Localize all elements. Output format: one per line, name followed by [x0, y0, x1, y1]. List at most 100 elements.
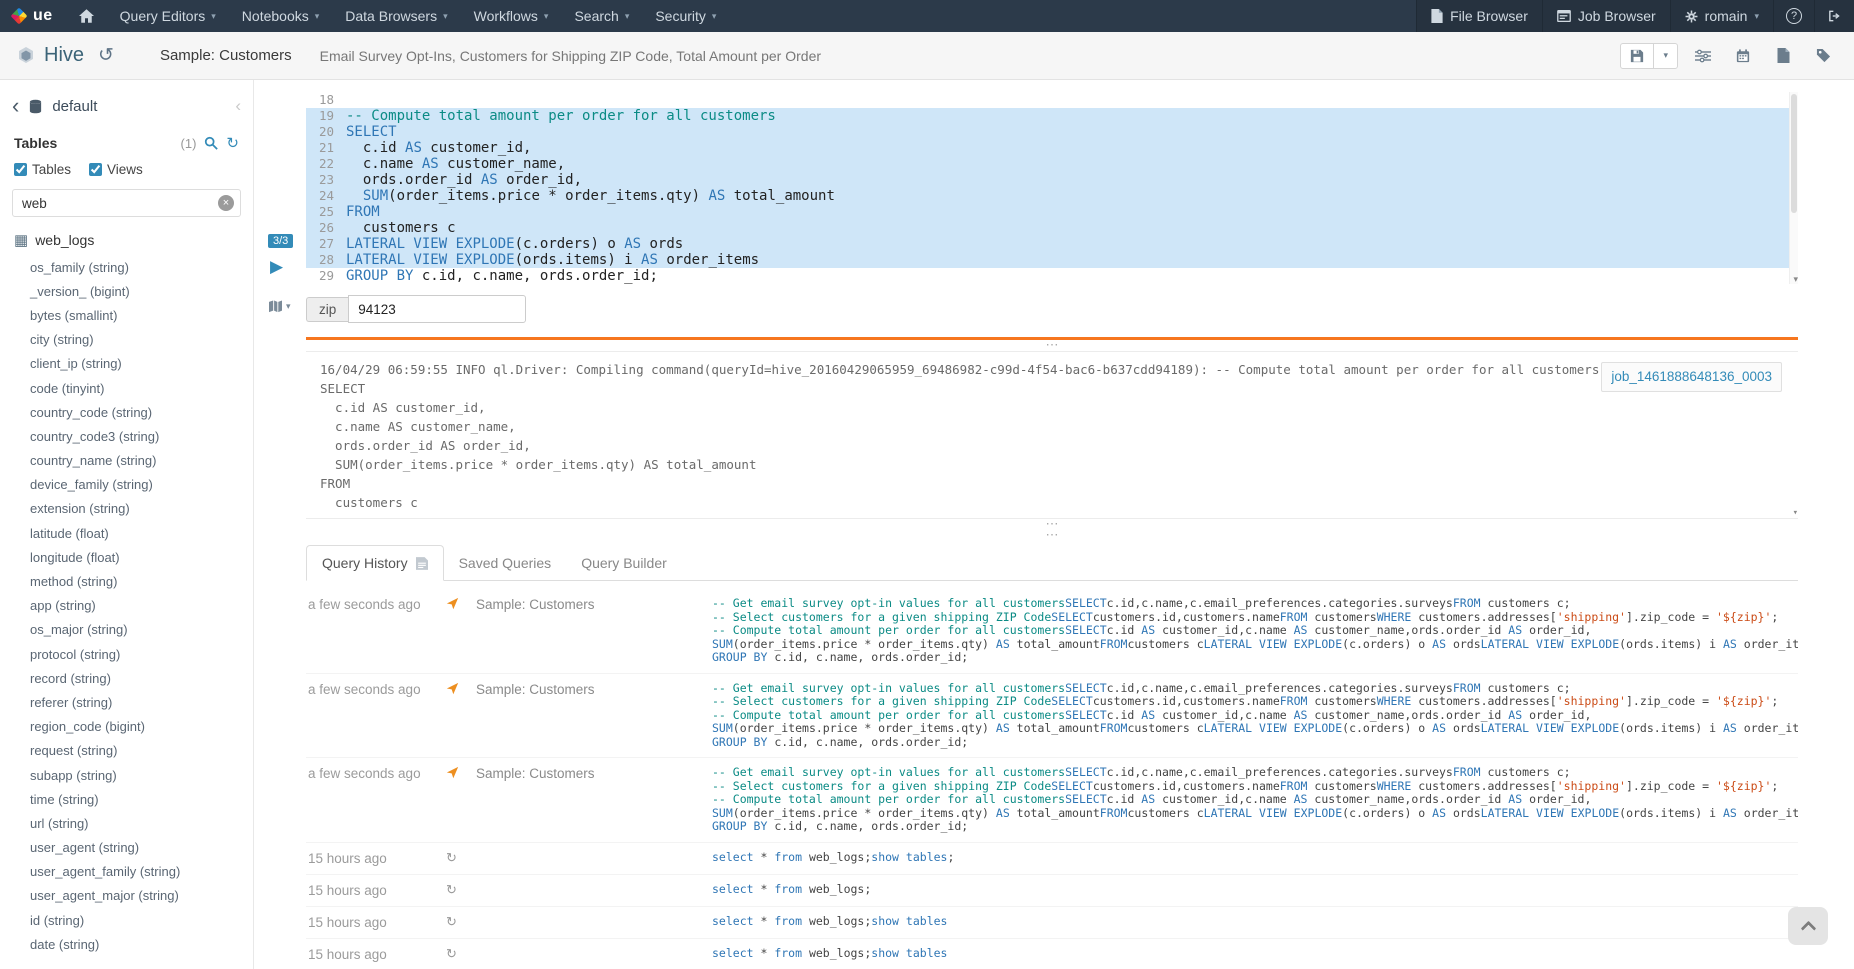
column-item[interactable]: client_ip (string)	[0, 352, 253, 376]
tab-saved-queries[interactable]: Saved Queries	[444, 545, 567, 580]
save-button[interactable]	[1621, 44, 1653, 68]
editor-line[interactable]: 18	[306, 92, 1798, 108]
nav-menu-workflows[interactable]: Workflows▾	[461, 0, 562, 32]
editor-line[interactable]: 20SELECT	[306, 124, 1798, 140]
column-item[interactable]: time (string)	[0, 787, 253, 811]
document-description[interactable]: Email Survey Opt-Ins, Customers for Ship…	[320, 48, 821, 64]
history-row[interactable]: 15 hours ago↻select * from web_logs;	[306, 875, 1798, 907]
column-item[interactable]: date (string)	[0, 932, 253, 956]
column-item[interactable]: url (string)	[0, 811, 253, 835]
history-row[interactable]: a few seconds agoSample: Customers-- Get…	[306, 589, 1798, 674]
column-item[interactable]: bytes (smallint)	[0, 303, 253, 327]
column-item[interactable]: os_family (string)	[0, 255, 253, 279]
database-name[interactable]: default	[52, 98, 97, 115]
scroll-down-icon[interactable]: ▾	[1793, 275, 1798, 284]
new-document-button[interactable]	[1768, 42, 1798, 70]
column-item[interactable]: extension (string)	[0, 497, 253, 521]
editor-line[interactable]: 21 c.id AS customer_id,	[306, 140, 1798, 156]
nav-menu-search[interactable]: Search▾	[561, 0, 642, 32]
tables-filter[interactable]: Tables	[14, 162, 71, 177]
history-row[interactable]: 15 hours ago↻select * from web_logs;show…	[306, 907, 1798, 939]
column-item[interactable]: device_family (string)	[0, 473, 253, 497]
document-title[interactable]: Sample: Customers	[160, 47, 292, 64]
save-dropdown-button[interactable]: ▾	[1653, 44, 1677, 68]
tables-checkbox[interactable]	[14, 163, 27, 176]
column-item[interactable]: record (string)	[0, 666, 253, 690]
hive-app-button[interactable]: Hive	[16, 44, 84, 67]
column-item[interactable]: user_agent_family (string)	[0, 860, 253, 884]
editor-line[interactable]: 22 c.name AS customer_name,	[306, 156, 1798, 172]
editor-line[interactable]: 24 SUM(order_items.price * order_items.q…	[306, 188, 1798, 204]
settings-button[interactable]	[1688, 42, 1718, 70]
column-item[interactable]: country_code (string)	[0, 400, 253, 424]
history-row[interactable]: 15 hours ago↻select * from web_logs;show…	[306, 939, 1798, 969]
column-item[interactable]: os_major (string)	[0, 618, 253, 642]
hue-logo[interactable]: ue	[0, 0, 66, 32]
column-item[interactable]: subapp (string)	[0, 763, 253, 787]
user-menu[interactable]: romain ▾	[1670, 0, 1773, 32]
job-link[interactable]: job_1461888648136_0003	[1611, 369, 1772, 384]
scroll-to-top-button[interactable]	[1788, 907, 1828, 945]
collapse-panel-icon[interactable]: ‹	[235, 96, 241, 116]
scrollbar-thumb[interactable]	[1791, 94, 1797, 213]
column-item[interactable]: user_agent (string)	[0, 836, 253, 860]
column-item[interactable]: method (string)	[0, 569, 253, 593]
history-row[interactable]: 15 hours ago↻select * from web_logs;show…	[306, 843, 1798, 875]
column-item[interactable]: app (string)	[0, 594, 253, 618]
editor-line[interactable]: 29GROUP BY c.id, c.name, ords.order_id;	[306, 268, 1798, 284]
job-browser-button[interactable]: Job Browser	[1542, 0, 1670, 32]
home-button[interactable]	[66, 0, 107, 32]
history-row[interactable]: a few seconds agoSample: Customers-- Get…	[306, 758, 1798, 843]
column-item[interactable]: _version_ (bigint)	[0, 279, 253, 303]
column-item[interactable]: longitude (float)	[0, 545, 253, 569]
execute-button[interactable]: ▶	[270, 258, 283, 275]
app-header: Hive ↺ Sample: Customers Email Survey Op…	[0, 32, 1854, 80]
views-checkbox[interactable]	[89, 163, 102, 176]
nav-menu-query-editors[interactable]: Query Editors▾	[107, 0, 229, 32]
nav-menu-security[interactable]: Security▾	[642, 0, 729, 32]
table-item[interactable]: ▦ web_logs	[0, 219, 253, 253]
editor-line[interactable]: 25FROM	[306, 204, 1798, 220]
nav-menu-data-browsers[interactable]: Data Browsers▾	[332, 0, 460, 32]
refresh-icon[interactable]: ↻	[226, 134, 239, 152]
resize-handle[interactable]: ⋯	[306, 530, 1798, 541]
sql-editor[interactable]: 18 19-- Compute total amount per order f…	[306, 92, 1798, 284]
back-icon[interactable]: ‹	[12, 98, 19, 114]
column-item[interactable]: latitude (float)	[0, 521, 253, 545]
column-item[interactable]: country_code3 (string)	[0, 424, 253, 448]
nav-menu-notebooks[interactable]: Notebooks▾	[229, 0, 332, 32]
scroll-down-icon[interactable]: ▾	[1793, 509, 1798, 518]
column-item[interactable]: region_code (bigint)	[0, 715, 253, 739]
logout-button[interactable]	[1814, 0, 1854, 32]
history-row[interactable]: a few seconds agoSample: Customers-- Get…	[306, 674, 1798, 759]
tags-button[interactable]	[1808, 42, 1838, 70]
editor-line[interactable]: 19-- Compute total amount per order for …	[306, 108, 1798, 124]
query-history-icon[interactable]: ↺	[98, 44, 114, 67]
column-item[interactable]: country_name (string)	[0, 449, 253, 473]
editor-scrollbar[interactable]: ▾	[1789, 92, 1798, 284]
history-doc-name: Sample: Customers	[476, 682, 712, 697]
column-item[interactable]: user_agent_major (string)	[0, 884, 253, 908]
column-item[interactable]: id (string)	[0, 908, 253, 932]
column-item[interactable]: protocol (string)	[0, 642, 253, 666]
views-filter[interactable]: Views	[89, 162, 143, 177]
file-browser-button[interactable]: File Browser	[1416, 0, 1542, 32]
column-item[interactable]: referer (string)	[0, 690, 253, 714]
column-item[interactable]: request (string)	[0, 739, 253, 763]
resize-handle[interactable]: ⋯	[306, 340, 1798, 351]
tab-query-builder[interactable]: Query Builder	[566, 545, 682, 580]
variable-input[interactable]	[348, 295, 526, 323]
editor-line[interactable]: 27LATERAL VIEW EXPLODE(c.orders) o AS or…	[306, 236, 1798, 252]
editor-line[interactable]: 28LATERAL VIEW EXPLODE(ords.items) i AS …	[306, 252, 1798, 268]
tab-query-history[interactable]: Query History	[306, 545, 444, 581]
schedule-button[interactable]	[1728, 42, 1758, 70]
clear-search-icon[interactable]: ×	[218, 195, 234, 211]
editor-line[interactable]: 23 ords.order_id AS order_id,	[306, 172, 1798, 188]
editor-line[interactable]: 26 customers c	[306, 220, 1798, 236]
search-icon[interactable]	[204, 136, 218, 150]
table-search-input[interactable]	[12, 189, 241, 217]
help-button[interactable]: ?	[1773, 0, 1814, 32]
column-item[interactable]: city (string)	[0, 328, 253, 352]
column-item[interactable]: code (tinyint)	[0, 376, 253, 400]
variables-toggle[interactable]: ▾	[268, 300, 291, 313]
